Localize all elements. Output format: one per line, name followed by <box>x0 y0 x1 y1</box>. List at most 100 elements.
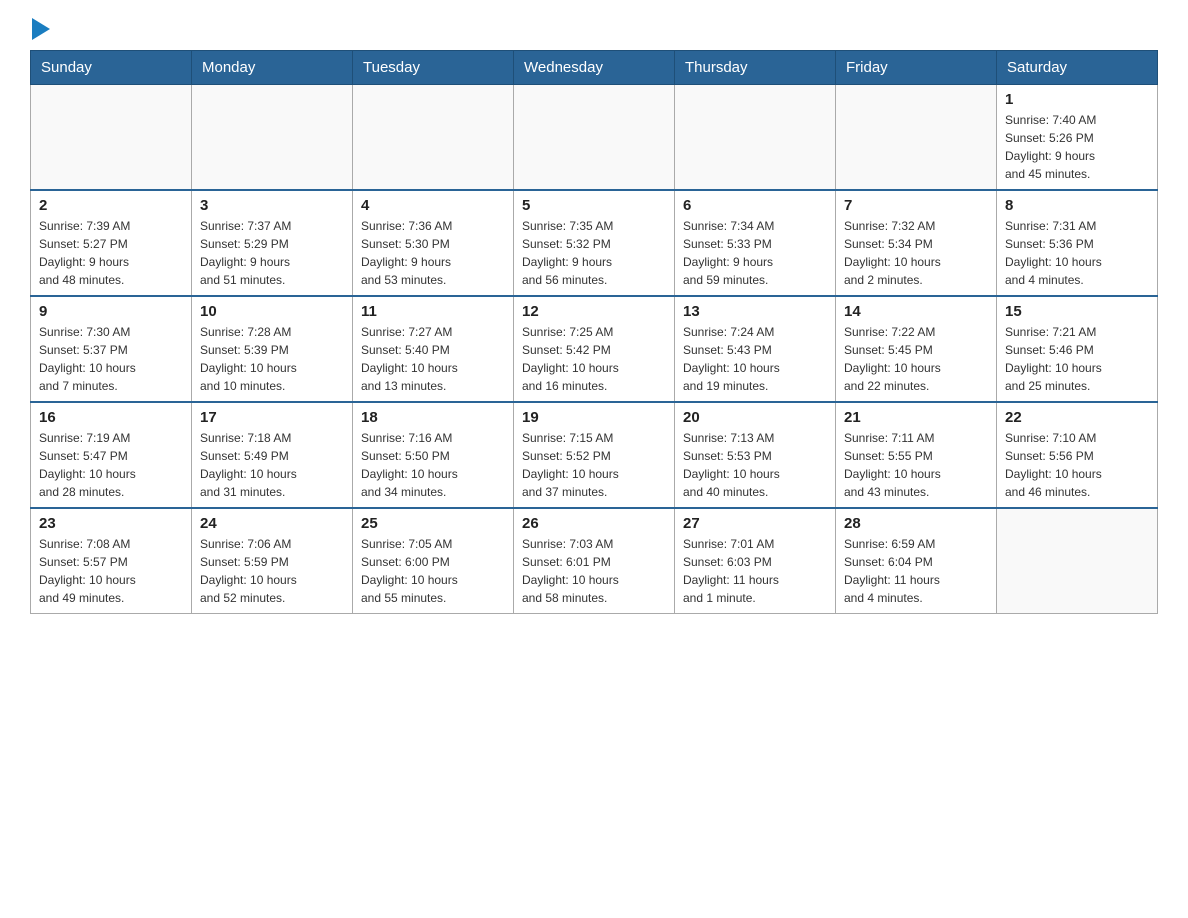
calendar-cell: 27 Sunrise: 7:01 AMSunset: 6:03 PMDayligh… <box>675 508 836 614</box>
calendar-week-row: 1Sunrise: 7:40 AMSunset: 5:26 PMDaylight… <box>31 85 1158 191</box>
day-number: 3 <box>200 197 344 214</box>
day-number: 12 <box>522 303 666 320</box>
day-number: 18 <box>361 409 505 426</box>
day-info: Sunrise: 7:32 AMSunset: 5:34 PMDaylight:… <box>844 217 988 289</box>
day-info: Sunrise: 7:36 AMSunset: 5:30 PMDaylight:… <box>361 217 505 289</box>
column-header-tuesday: Tuesday <box>353 51 514 85</box>
calendar-cell: 25 Sunrise: 7:05 AMSunset: 6:00 PMDayligh… <box>353 508 514 614</box>
logo-arrow-icon <box>32 18 50 40</box>
calendar-week-row: 16 Sunrise: 7:19 AMSunset: 5:47 PMDayligh… <box>31 402 1158 508</box>
day-number: 21 <box>844 409 988 426</box>
day-info: Sunrise: 7:15 AMSunset: 5:52 PMDaylight:… <box>522 429 666 501</box>
day-info: Sunrise: 6:59 AMSunset: 6:04 PMDaylight:… <box>844 535 988 607</box>
day-number: 15 <box>1005 303 1149 320</box>
calendar-cell: 7 Sunrise: 7:32 AMSunset: 5:34 PMDaylight… <box>836 190 997 296</box>
calendar-cell <box>836 85 997 191</box>
day-info: Sunrise: 7:18 AMSunset: 5:49 PMDaylight:… <box>200 429 344 501</box>
calendar-cell: 15 Sunrise: 7:21 AMSunset: 5:46 PMDayligh… <box>997 296 1158 402</box>
day-info: Sunrise: 7:21 AMSunset: 5:46 PMDaylight:… <box>1005 323 1149 395</box>
day-info: Sunrise: 7:16 AMSunset: 5:50 PMDaylight:… <box>361 429 505 501</box>
day-info: Sunrise: 7:35 AMSunset: 5:32 PMDaylight:… <box>522 217 666 289</box>
column-header-sunday: Sunday <box>31 51 192 85</box>
calendar-week-row: 23 Sunrise: 7:08 AMSunset: 5:57 PMDayligh… <box>31 508 1158 614</box>
day-info: Sunrise: 7:37 AMSunset: 5:29 PMDaylight:… <box>200 217 344 289</box>
calendar-cell: 16 Sunrise: 7:19 AMSunset: 5:47 PMDayligh… <box>31 402 192 508</box>
day-number: 14 <box>844 303 988 320</box>
day-info: Sunrise: 7:40 AMSunset: 5:26 PMDaylight:… <box>1005 111 1149 183</box>
day-number: 20 <box>683 409 827 426</box>
calendar-cell: 28 Sunrise: 6:59 AMSunset: 6:04 PMDayligh… <box>836 508 997 614</box>
calendar-cell <box>675 85 836 191</box>
day-number: 25 <box>361 515 505 532</box>
column-header-monday: Monday <box>192 51 353 85</box>
day-number: 17 <box>200 409 344 426</box>
column-header-wednesday: Wednesday <box>514 51 675 85</box>
day-number: 7 <box>844 197 988 214</box>
column-header-saturday: Saturday <box>997 51 1158 85</box>
calendar-table: SundayMondayTuesdayWednesdayThursdayFrid… <box>30 50 1158 614</box>
calendar-cell: 5 Sunrise: 7:35 AMSunset: 5:32 PMDaylight… <box>514 190 675 296</box>
day-info: Sunrise: 7:19 AMSunset: 5:47 PMDaylight:… <box>39 429 183 501</box>
calendar-cell: 10 Sunrise: 7:28 AMSunset: 5:39 PMDayligh… <box>192 296 353 402</box>
calendar-cell: 9 Sunrise: 7:30 AMSunset: 5:37 PMDaylight… <box>31 296 192 402</box>
day-number: 26 <box>522 515 666 532</box>
day-number: 19 <box>522 409 666 426</box>
day-number: 27 <box>683 515 827 532</box>
day-number: 23 <box>39 515 183 532</box>
calendar-cell: 23 Sunrise: 7:08 AMSunset: 5:57 PMDayligh… <box>31 508 192 614</box>
day-info: Sunrise: 7:01 AMSunset: 6:03 PMDaylight:… <box>683 535 827 607</box>
day-number: 5 <box>522 197 666 214</box>
day-info: Sunrise: 7:05 AMSunset: 6:00 PMDaylight:… <box>361 535 505 607</box>
calendar-cell: 26 Sunrise: 7:03 AMSunset: 6:01 PMDayligh… <box>514 508 675 614</box>
calendar-cell: 21 Sunrise: 7:11 AMSunset: 5:55 PMDayligh… <box>836 402 997 508</box>
calendar-cell: 13Sunrise: 7:24 AMSunset: 5:43 PMDayligh… <box>675 296 836 402</box>
day-number: 16 <box>39 409 183 426</box>
calendar-cell: 1Sunrise: 7:40 AMSunset: 5:26 PMDaylight… <box>997 85 1158 191</box>
page-header <box>30 20 1158 40</box>
calendar-cell: 17 Sunrise: 7:18 AMSunset: 5:49 PMDayligh… <box>192 402 353 508</box>
column-header-friday: Friday <box>836 51 997 85</box>
day-info: Sunrise: 7:39 AMSunset: 5:27 PMDaylight:… <box>39 217 183 289</box>
calendar-cell <box>192 85 353 191</box>
calendar-cell: 18 Sunrise: 7:16 AMSunset: 5:50 PMDayligh… <box>353 402 514 508</box>
day-info: Sunrise: 7:31 AMSunset: 5:36 PMDaylight:… <box>1005 217 1149 289</box>
calendar-week-row: 2Sunrise: 7:39 AMSunset: 5:27 PMDaylight… <box>31 190 1158 296</box>
day-number: 22 <box>1005 409 1149 426</box>
day-info: Sunrise: 7:34 AMSunset: 5:33 PMDaylight:… <box>683 217 827 289</box>
day-info: Sunrise: 7:22 AMSunset: 5:45 PMDaylight:… <box>844 323 988 395</box>
calendar-cell: 2Sunrise: 7:39 AMSunset: 5:27 PMDaylight… <box>31 190 192 296</box>
calendar-cell: 22 Sunrise: 7:10 AMSunset: 5:56 PMDayligh… <box>997 402 1158 508</box>
calendar-cell: 6 Sunrise: 7:34 AMSunset: 5:33 PMDaylight… <box>675 190 836 296</box>
day-info: Sunrise: 7:24 AMSunset: 5:43 PMDaylight:… <box>683 323 827 395</box>
day-info: Sunrise: 7:08 AMSunset: 5:57 PMDaylight:… <box>39 535 183 607</box>
calendar-cell: 12 Sunrise: 7:25 AMSunset: 5:42 PMDayligh… <box>514 296 675 402</box>
calendar-cell <box>353 85 514 191</box>
day-info: Sunrise: 7:27 AMSunset: 5:40 PMDaylight:… <box>361 323 505 395</box>
day-number: 10 <box>200 303 344 320</box>
calendar-cell <box>997 508 1158 614</box>
day-info: Sunrise: 7:28 AMSunset: 5:39 PMDaylight:… <box>200 323 344 395</box>
day-number: 11 <box>361 303 505 320</box>
day-number: 8 <box>1005 197 1149 214</box>
calendar-cell <box>514 85 675 191</box>
day-info: Sunrise: 7:25 AMSunset: 5:42 PMDaylight:… <box>522 323 666 395</box>
calendar-cell: 24Sunrise: 7:06 AMSunset: 5:59 PMDayligh… <box>192 508 353 614</box>
calendar-cell <box>31 85 192 191</box>
day-info: Sunrise: 7:03 AMSunset: 6:01 PMDaylight:… <box>522 535 666 607</box>
column-header-thursday: Thursday <box>675 51 836 85</box>
calendar-cell: 20Sunrise: 7:13 AMSunset: 5:53 PMDayligh… <box>675 402 836 508</box>
day-info: Sunrise: 7:10 AMSunset: 5:56 PMDaylight:… <box>1005 429 1149 501</box>
day-number: 28 <box>844 515 988 532</box>
calendar-cell: 11 Sunrise: 7:27 AMSunset: 5:40 PMDayligh… <box>353 296 514 402</box>
day-info: Sunrise: 7:11 AMSunset: 5:55 PMDaylight:… <box>844 429 988 501</box>
calendar-cell: 8 Sunrise: 7:31 AMSunset: 5:36 PMDaylight… <box>997 190 1158 296</box>
day-info: Sunrise: 7:30 AMSunset: 5:37 PMDaylight:… <box>39 323 183 395</box>
day-number: 9 <box>39 303 183 320</box>
calendar-cell: 19 Sunrise: 7:15 AMSunset: 5:52 PMDayligh… <box>514 402 675 508</box>
day-number: 4 <box>361 197 505 214</box>
calendar-week-row: 9 Sunrise: 7:30 AMSunset: 5:37 PMDaylight… <box>31 296 1158 402</box>
day-info: Sunrise: 7:06 AMSunset: 5:59 PMDaylight:… <box>200 535 344 607</box>
day-number: 6 <box>683 197 827 214</box>
calendar-cell: 4 Sunrise: 7:36 AMSunset: 5:30 PMDaylight… <box>353 190 514 296</box>
logo <box>30 20 50 40</box>
